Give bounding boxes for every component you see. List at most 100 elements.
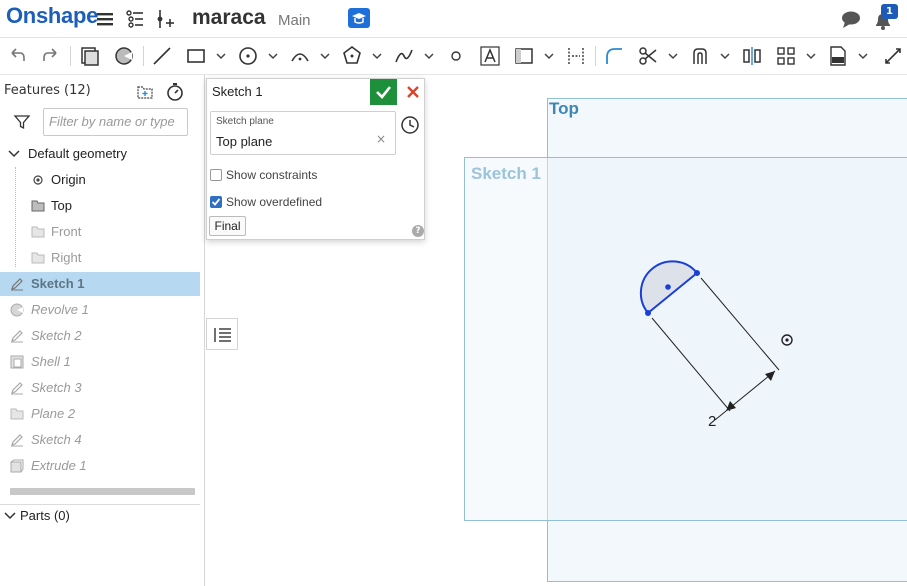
show-overdefined-checkbox[interactable]	[210, 196, 222, 208]
point-tool-icon[interactable]	[445, 45, 467, 67]
cancel-button[interactable]	[400, 79, 426, 105]
feature-filter-input[interactable]: Filter by name or type	[43, 108, 188, 136]
help-icon[interactable]: ?	[412, 225, 424, 237]
tree-item-label: Sketch 1	[31, 276, 85, 291]
list-icon	[214, 328, 231, 342]
sketch-pencil-icon	[11, 434, 23, 447]
trim-tool-icon[interactable]	[637, 45, 659, 67]
tree-item-right[interactable]: Right	[0, 246, 200, 270]
chevron-down-icon[interactable]	[268, 52, 278, 60]
offset-tool-icon[interactable]	[689, 45, 711, 67]
chevron-down-icon[interactable]	[720, 52, 730, 60]
redo-icon[interactable]	[40, 45, 62, 67]
show-constraints-checkbox[interactable]	[210, 169, 222, 181]
fillet-tool-icon[interactable]	[603, 45, 625, 67]
tree-item-origin[interactable]: Origin	[0, 168, 200, 192]
chevron-down-icon[interactable]	[806, 52, 816, 60]
dimension-value[interactable]: 2	[708, 413, 716, 430]
sketch-pencil-icon	[11, 382, 23, 395]
sketch-dialog: Sketch 1 Sketch plane Top plane × Show c…	[206, 78, 425, 240]
chevron-down-icon[interactable]	[320, 52, 330, 60]
show-overdefined-label[interactable]: Show overdefined	[226, 195, 322, 209]
chevron-down-icon[interactable]	[372, 52, 382, 60]
show-constraints-label[interactable]: Show constraints	[226, 168, 317, 182]
part-studio-icon[interactable]	[79, 45, 101, 67]
shell-icon	[10, 355, 24, 369]
accept-button[interactable]	[370, 79, 397, 105]
default-geometry-group[interactable]: Default geometry	[0, 142, 200, 166]
plane-icon	[10, 408, 24, 420]
parts-group[interactable]: Parts (0)	[0, 504, 200, 528]
close-icon	[407, 86, 419, 98]
chevron-down-icon[interactable]	[544, 52, 554, 60]
dimension-arrow	[726, 401, 736, 411]
tree-item-sketch-1[interactable]: Sketch 1	[0, 272, 200, 296]
tree-item-sketch-2[interactable]: Sketch 2	[0, 324, 200, 348]
tree-item-label: Extrude 1	[31, 458, 87, 473]
text-tool-icon[interactable]	[479, 45, 501, 67]
circle-tool-icon[interactable]	[237, 45, 259, 67]
comments-icon[interactable]	[840, 9, 862, 31]
toolbar-divider	[143, 46, 144, 66]
clear-plane-icon[interactable]: ×	[376, 132, 386, 146]
tree-item-revolve-1[interactable]: Revolve 1	[0, 298, 200, 322]
chevron-down-icon[interactable]	[668, 52, 678, 60]
extrude-icon	[10, 459, 24, 473]
undo-icon[interactable]	[6, 45, 28, 67]
plane-icon	[31, 200, 45, 212]
feature-list-icon[interactable]	[124, 8, 146, 30]
stopwatch-icon[interactable]	[165, 82, 185, 102]
tree-item-sketch-4[interactable]: Sketch 4	[0, 428, 200, 452]
transform-tool-icon[interactable]	[882, 45, 904, 67]
tree-item-sketch-3[interactable]: Sketch 3	[0, 376, 200, 400]
arc-tool-icon[interactable]	[289, 45, 311, 67]
sketch-dialog-title[interactable]: Sketch 1	[212, 84, 263, 99]
tree-item-front[interactable]: Front	[0, 220, 200, 244]
origin-icon	[33, 175, 43, 185]
dimension-extension-line	[700, 277, 780, 371]
insert-feature-icon[interactable]	[154, 8, 176, 30]
pattern-tool-icon[interactable]	[775, 45, 797, 67]
plane-icon	[31, 252, 45, 264]
plane-icon	[31, 226, 45, 238]
chevron-down-icon[interactable]	[216, 52, 226, 60]
horizontal-scrollbar[interactable]	[10, 488, 195, 495]
onshape-logo[interactable]: Onshape	[6, 3, 98, 29]
history-clock-icon[interactable]	[400, 115, 420, 135]
polygon-tool-icon[interactable]	[341, 45, 363, 67]
tree-item-label: Revolve 1	[31, 302, 89, 317]
tree-item-top[interactable]: Top	[0, 194, 200, 218]
chevron-down-icon[interactable]	[4, 510, 16, 522]
app-header: Onshape maraca Main 1	[0, 0, 907, 38]
rectangle-tool-icon[interactable]	[185, 45, 207, 67]
features-header: Features (12)	[4, 83, 91, 98]
branch-name[interactable]: Main	[278, 12, 311, 29]
filter-icon[interactable]	[13, 113, 31, 131]
tree-item-label: Right	[51, 250, 82, 265]
tree-item-extrude-1[interactable]: Extrude 1	[0, 454, 200, 478]
tree-item-plane-2[interactable]: Plane 2	[0, 402, 200, 426]
chevron-down-icon[interactable]	[8, 148, 20, 160]
document-title[interactable]: maraca	[192, 6, 266, 30]
dimension-tool-icon[interactable]	[565, 45, 587, 67]
mirror-tool-icon[interactable]	[741, 45, 763, 67]
tree-item-label: Origin	[51, 172, 86, 187]
tree-item-shell-1[interactable]: Shell 1	[0, 350, 200, 374]
tree-item-label: Sketch 2	[31, 328, 82, 343]
hamburger-menu-icon[interactable]	[94, 8, 116, 30]
line-tool-icon[interactable]	[151, 45, 173, 67]
learning-center-icon[interactable]	[348, 8, 370, 28]
final-button[interactable]: Final	[209, 216, 246, 236]
tree-item-label: Front	[51, 224, 82, 239]
sketch-pencil-icon	[11, 278, 23, 291]
revolve-icon[interactable]	[113, 45, 135, 67]
spline-tool-icon[interactable]	[393, 45, 415, 67]
chevron-down-icon[interactable]	[424, 52, 434, 60]
insert-image-icon[interactable]	[513, 45, 535, 67]
dxf-import-icon[interactable]	[827, 45, 849, 67]
sketch-list-toggle-button[interactable]	[206, 318, 238, 350]
revolve-icon	[10, 303, 24, 317]
chevron-down-icon[interactable]	[858, 52, 868, 60]
sketch-plane-field[interactable]: Sketch plane Top plane ×	[210, 111, 396, 155]
add-folder-icon[interactable]	[136, 83, 154, 101]
